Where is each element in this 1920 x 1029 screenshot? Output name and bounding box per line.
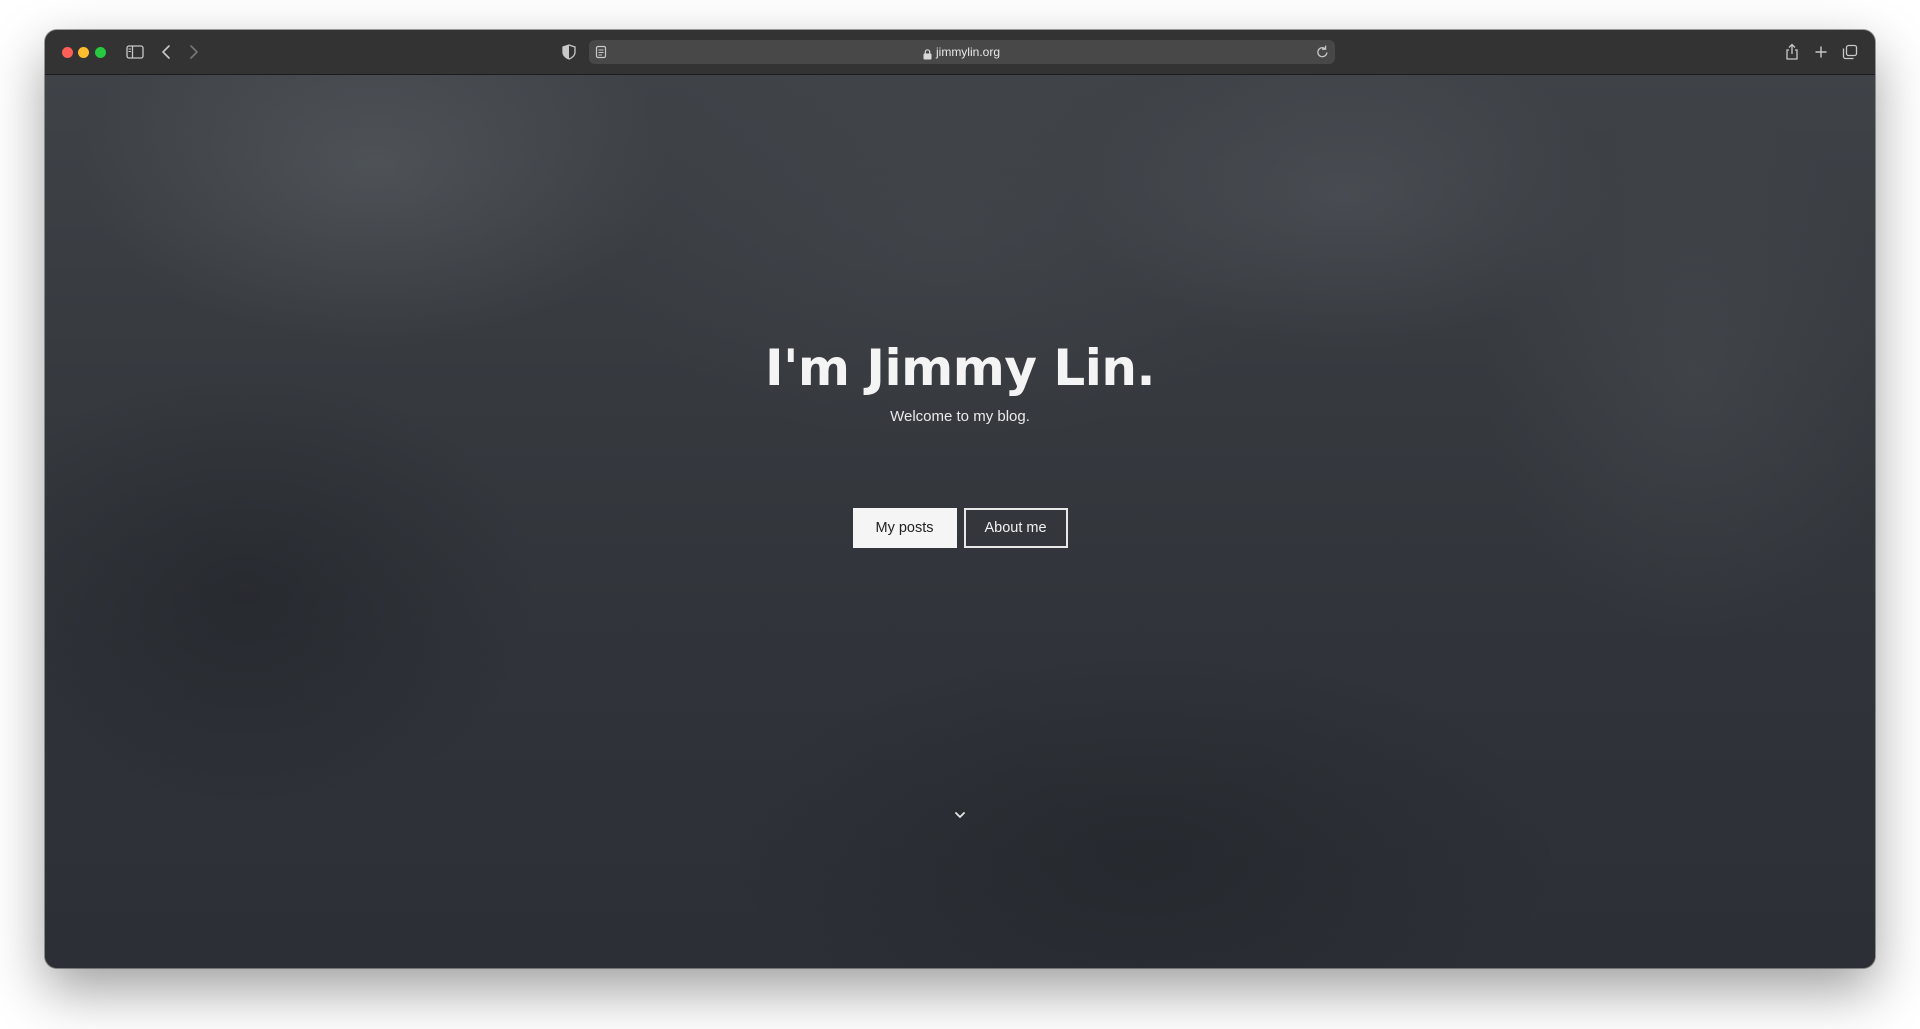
shield-icon[interactable] (557, 40, 581, 64)
tabs-overview-icon[interactable] (1838, 40, 1862, 64)
hero-section: I'm Jimmy Lin. Welcome to my blog. (45, 338, 1875, 425)
page-content: I'm Jimmy Lin. Welcome to my blog. My po… (45, 75, 1875, 968)
minimize-window-button[interactable] (78, 47, 89, 58)
url-text: jimmylin.org (935, 45, 1000, 59)
about-me-button[interactable]: About me (963, 508, 1068, 548)
reload-icon[interactable] (1316, 45, 1329, 64)
zoom-window-button[interactable] (95, 47, 106, 58)
hero-title: I'm Jimmy Lin. (765, 339, 1155, 397)
browser-toolbar: jimmylin.org (45, 30, 1875, 75)
hero-buttons: My posts About me (45, 508, 1875, 548)
chevron-right-icon[interactable] (182, 40, 206, 64)
address-bar[interactable]: jimmylin.org (589, 40, 1335, 64)
share-icon[interactable] (1780, 40, 1804, 64)
sidebar-icon[interactable] (123, 40, 147, 64)
browser-window: jimmylin.org I'm Jimmy Lin. Welcome to m… (45, 30, 1875, 968)
plus-icon[interactable] (1809, 40, 1833, 64)
my-posts-button[interactable]: My posts (852, 508, 957, 548)
chevron-down-icon[interactable] (951, 808, 969, 822)
hero-subtitle: Welcome to my blog. (890, 408, 1030, 425)
close-window-button[interactable] (62, 47, 73, 58)
chevron-left-icon[interactable] (154, 40, 178, 64)
